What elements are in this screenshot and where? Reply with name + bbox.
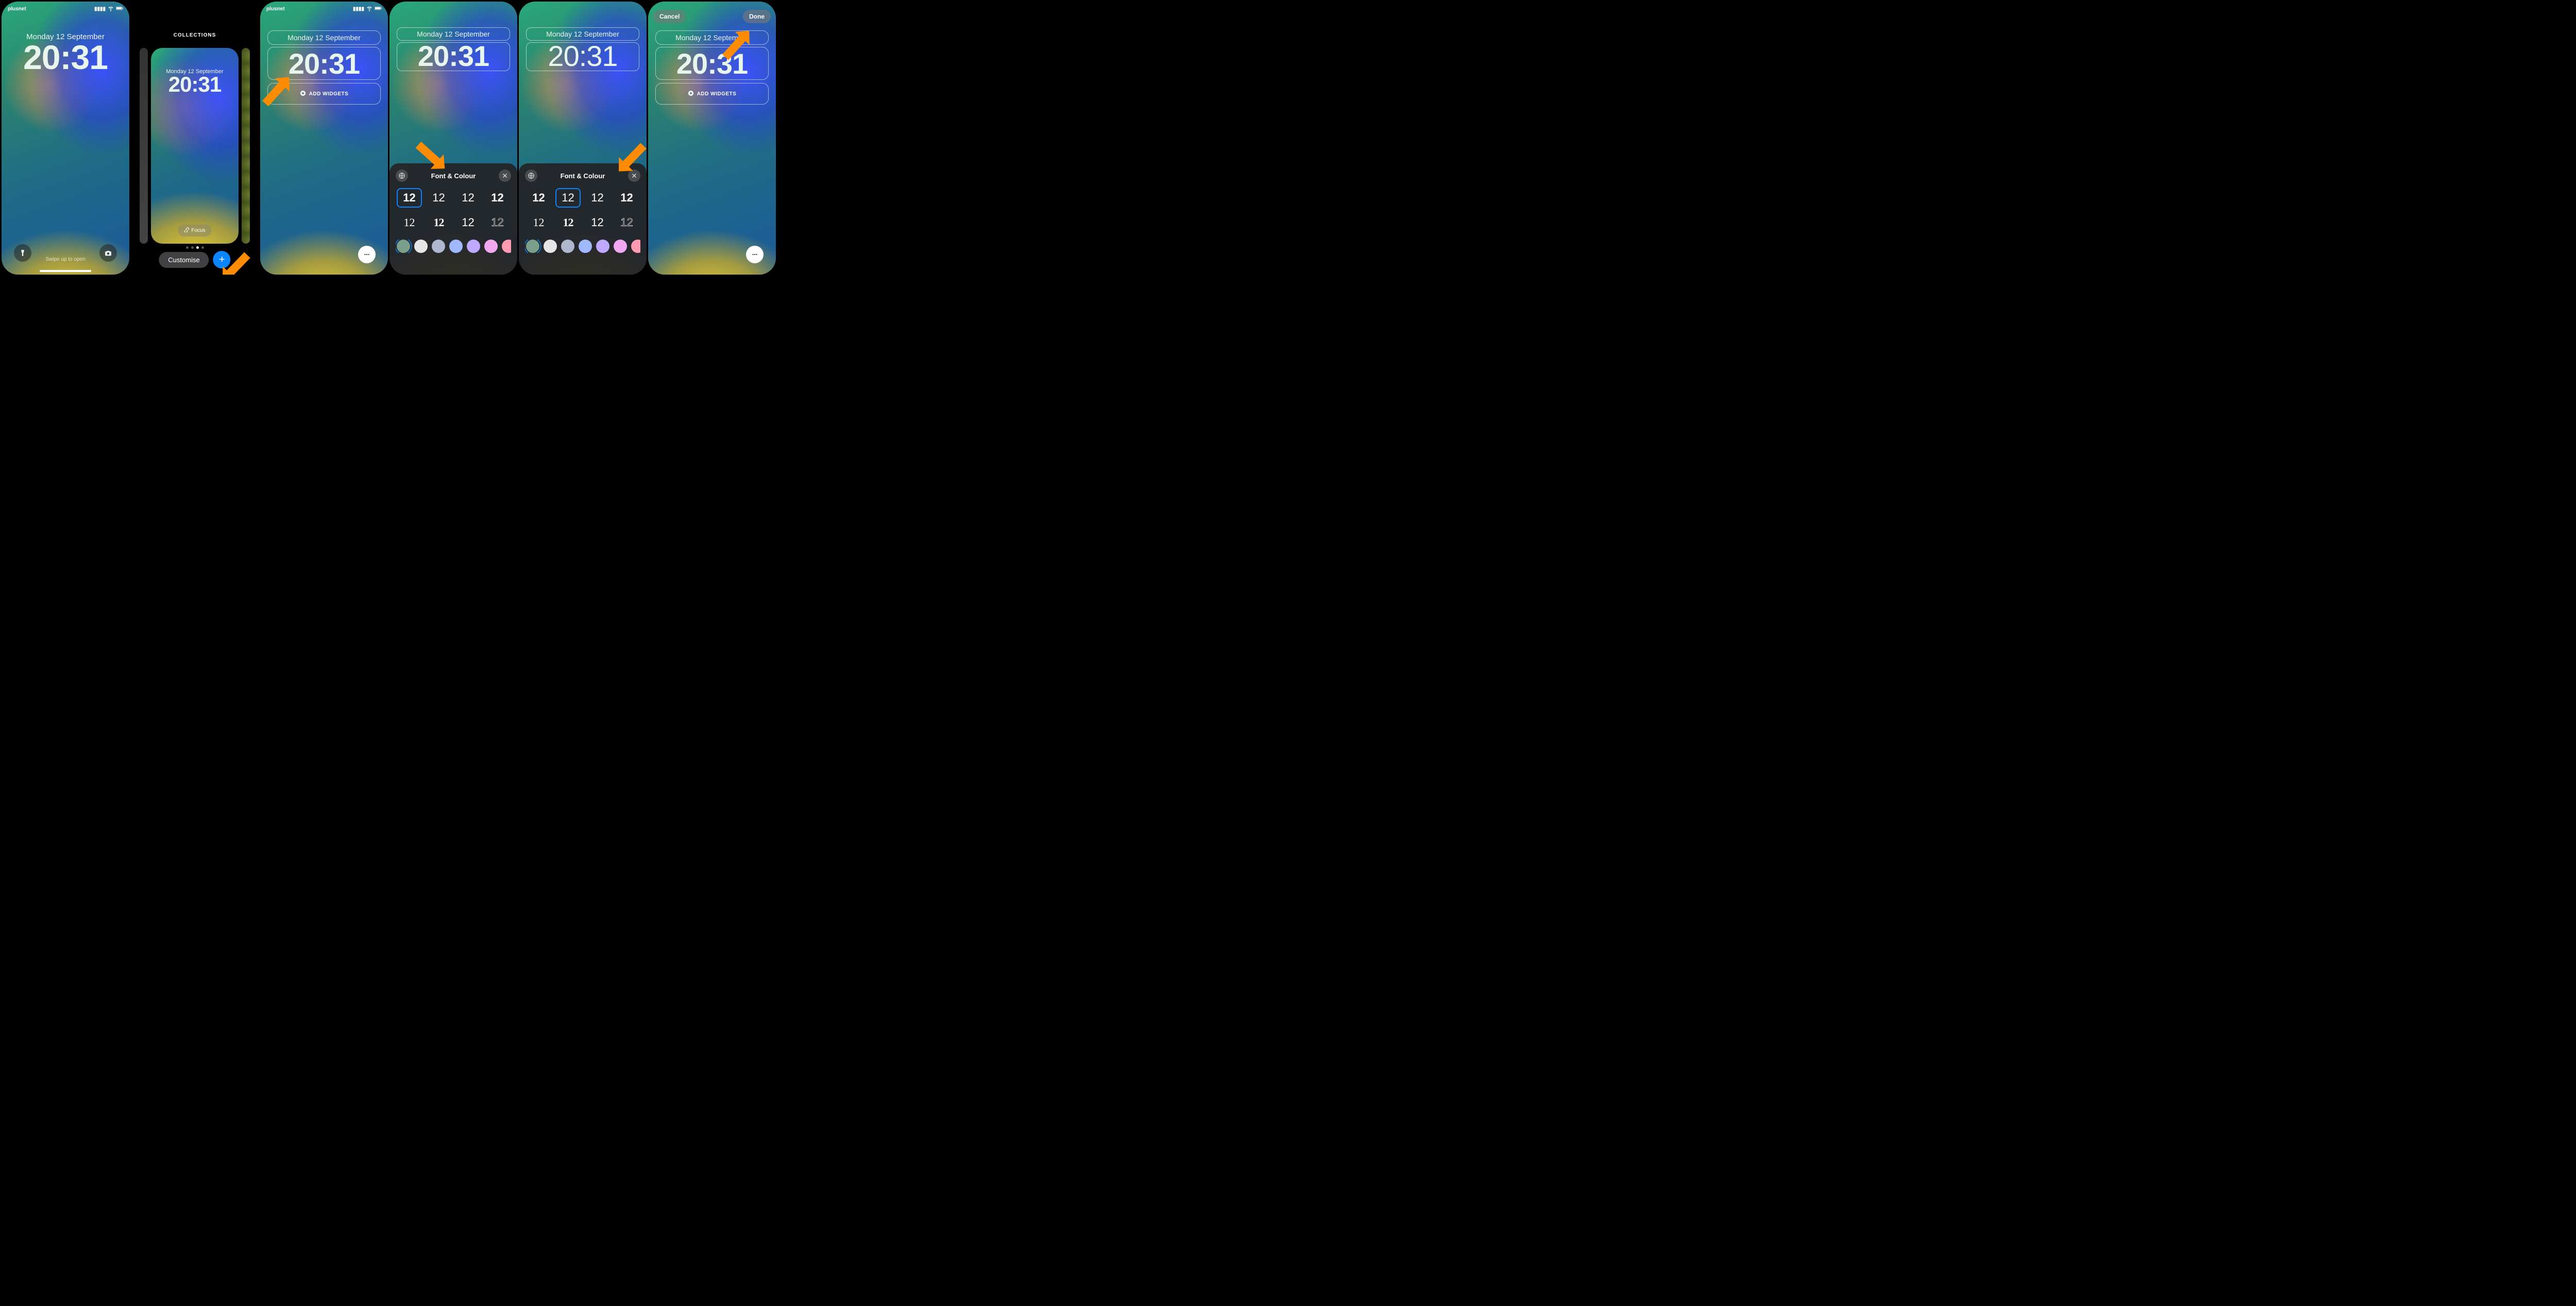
- clock-block: Monday 12 September 20:31: [2, 32, 129, 74]
- add-widgets-label: ADD WIDGETS: [309, 91, 349, 97]
- colour-row: [396, 240, 511, 253]
- clock-block: Monday 12 September 20:31: [526, 27, 639, 71]
- collections-header: COLLECTIONS: [131, 32, 259, 38]
- font-option-heavy[interactable]: 12: [397, 188, 422, 208]
- colour-swatch[interactable]: [631, 240, 640, 253]
- home-indicator[interactable]: [40, 270, 91, 272]
- colour-swatch[interactable]: [614, 240, 627, 253]
- font-grid: 1212121212121212: [396, 188, 511, 232]
- status-icons: ▮▮▮▮: [353, 5, 382, 13]
- lockscreen-time: 20:31: [397, 42, 510, 71]
- font-grid: 1212121212121212: [525, 188, 640, 232]
- font-option-heavy[interactable]: 12: [526, 188, 551, 208]
- font-option-serif-bold[interactable]: 12: [426, 213, 451, 232]
- plus-circle-icon: [688, 90, 694, 98]
- signal-icon: ▮▮▮▮: [94, 6, 106, 12]
- colour-swatch[interactable]: [449, 240, 463, 253]
- cancel-button[interactable]: Cancel: [653, 10, 686, 23]
- colour-swatch[interactable]: [561, 240, 574, 253]
- battery-icon: [116, 5, 123, 13]
- wallpaper-preview-current[interactable]: Monday 12 September 20:31 Focus: [151, 48, 239, 244]
- time-edit-region[interactable]: 20:31: [397, 42, 510, 71]
- font-option-light[interactable]: 12: [585, 188, 610, 208]
- carrier-label: plusnet: [266, 6, 285, 12]
- globe-icon[interactable]: [525, 169, 537, 182]
- link-icon: [184, 227, 189, 234]
- panel-edit-mode: plusnet ▮▮▮▮ Monday 12 September 20:31 A…: [260, 2, 388, 275]
- panel-lockscreen: plusnet ▮▮▮▮ Monday 12 September 20:31 S…: [2, 2, 129, 275]
- font-option-thin[interactable]: 12: [455, 213, 481, 232]
- panel-font-sheet-2: Monday 12 September 20:31 Font & Colour …: [519, 2, 647, 275]
- page-indicator: [131, 246, 259, 249]
- status-bar: plusnet ▮▮▮▮: [2, 5, 129, 13]
- more-button[interactable]: [358, 246, 376, 263]
- globe-icon[interactable]: [396, 169, 408, 182]
- done-button[interactable]: Done: [743, 10, 771, 23]
- add-wallpaper-button[interactable]: +: [213, 251, 231, 268]
- font-option-outline[interactable]: 12: [614, 213, 639, 232]
- colour-row: [525, 240, 640, 253]
- plus-circle-icon: [300, 90, 306, 98]
- signal-icon: ▮▮▮▮: [353, 6, 364, 12]
- colour-swatch[interactable]: [526, 240, 539, 253]
- font-option-outline-bold[interactable]: 12: [485, 188, 510, 208]
- wallpaper-preview-prev[interactable]: [140, 48, 148, 244]
- wallpaper-preview-next[interactable]: [242, 48, 250, 244]
- lockscreen-time: 20:31: [151, 74, 239, 95]
- wallpaper-carousel[interactable]: Monday 12 September 20:31 Focus: [131, 48, 259, 244]
- lockscreen-time: 20:31: [289, 47, 360, 80]
- font-option-light[interactable]: 12: [455, 188, 481, 208]
- colour-swatch[interactable]: [502, 240, 511, 253]
- carrier-label: plusnet: [8, 6, 26, 12]
- font-option-thin[interactable]: 12: [585, 213, 610, 232]
- font-option-regular[interactable]: 12: [426, 188, 451, 208]
- status-bar: plusnet ▮▮▮▮: [260, 5, 388, 13]
- date-edit-region[interactable]: Monday 12 September: [526, 27, 639, 41]
- wifi-icon: [366, 5, 373, 13]
- font-option-serif-bold[interactable]: 12: [555, 213, 581, 232]
- panel-done: Cancel Done Monday 12 September 20:31 AD…: [648, 2, 776, 275]
- add-widgets-label: ADD WIDGETS: [697, 91, 737, 97]
- colour-swatch[interactable]: [579, 240, 592, 253]
- swipe-hint: Swipe up to open: [2, 257, 129, 262]
- clock-block: Monday 12 September 20:31: [151, 69, 239, 95]
- font-colour-sheet: Font & Colour 1212121212121212: [389, 163, 517, 275]
- wifi-icon: [107, 5, 114, 13]
- colour-swatch[interactable]: [484, 240, 498, 253]
- colour-swatch[interactable]: [467, 240, 480, 253]
- focus-button[interactable]: Focus: [178, 225, 211, 236]
- more-button[interactable]: [746, 246, 764, 263]
- customise-button[interactable]: Customise: [159, 252, 209, 268]
- colour-swatch[interactable]: [544, 240, 557, 253]
- date-edit-region[interactable]: Monday 12 September: [397, 27, 510, 41]
- lockscreen-time: 20:31: [2, 40, 129, 74]
- font-option-outline[interactable]: 12: [485, 213, 510, 232]
- focus-label: Focus: [191, 228, 205, 233]
- lockscreen-time: 20:31: [676, 47, 748, 80]
- font-option-regular[interactable]: 12: [555, 188, 581, 208]
- font-option-serif[interactable]: 12: [526, 213, 551, 232]
- colour-swatch[interactable]: [596, 240, 609, 253]
- lockscreen-time: 20:31: [527, 42, 639, 71]
- add-widgets-region[interactable]: ADD WIDGETS: [655, 83, 769, 105]
- close-icon[interactable]: [499, 169, 511, 182]
- clock-block: Monday 12 September 20:31: [397, 27, 510, 71]
- battery-icon: [375, 5, 382, 13]
- font-colour-sheet: Font & Colour 1212121212121212: [519, 163, 647, 275]
- colour-swatch[interactable]: [397, 240, 410, 253]
- time-edit-region[interactable]: 20:31: [655, 47, 769, 80]
- sheet-title: Font & Colour: [537, 172, 628, 180]
- font-option-outline-bold[interactable]: 12: [614, 188, 639, 208]
- status-icons: ▮▮▮▮: [94, 5, 123, 13]
- colour-swatch[interactable]: [414, 240, 428, 253]
- panel-gallery: COLLECTIONS Monday 12 September 20:31 Fo…: [131, 2, 259, 275]
- date-edit-region[interactable]: Monday 12 September: [267, 30, 381, 45]
- font-option-serif[interactable]: 12: [397, 213, 422, 232]
- colour-swatch[interactable]: [432, 240, 445, 253]
- time-edit-region[interactable]: 20:31: [526, 42, 639, 71]
- sheet-title: Font & Colour: [408, 172, 499, 180]
- panel-font-sheet-1: Monday 12 September 20:31 Font & Colour …: [389, 2, 517, 275]
